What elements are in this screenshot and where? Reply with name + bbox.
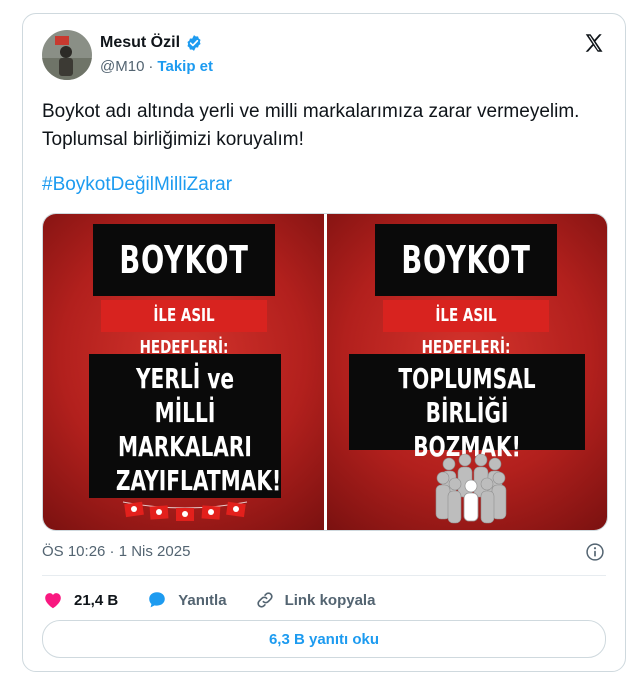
- info-icon[interactable]: [585, 542, 605, 562]
- poster-title-block: BOYKOT: [374, 224, 557, 296]
- poster-subtitle: İLE ASIL HEDEFLERİ:: [382, 300, 549, 358]
- reply-button[interactable]: Yanıtla: [146, 589, 227, 611]
- hashtag-link[interactable]: #BoykotDeğilMilliZarar: [42, 174, 232, 196]
- tweet-card: Mesut Özil @M10 · Takip et Boykot adı al…: [22, 13, 626, 672]
- author-name[interactable]: Mesut Özil: [100, 34, 180, 52]
- link-icon: [256, 592, 273, 608]
- copy-link-button[interactable]: Link kopyala: [255, 590, 376, 610]
- media-image-1[interactable]: BOYKOT İLE ASIL HEDEFLERİ: YERLİ ve MİLL…: [43, 214, 324, 530]
- read-replies-button[interactable]: 6,3 B yanıtı oku: [42, 620, 606, 658]
- reply-label: Yanıtla: [178, 591, 227, 609]
- poster-title-block: BOYKOT: [93, 224, 275, 296]
- crowd-icon: [435, 453, 506, 524]
- timestamp[interactable]: ÖS 10:26 · 1 Nis 2025: [42, 543, 190, 560]
- flag-icon: [122, 501, 248, 521]
- media-grid: BOYKOT İLE ASIL HEDEFLERİ: YERLİ ve MİLL…: [42, 213, 608, 531]
- author-handle[interactable]: @M10: [100, 58, 144, 75]
- verified-badge-icon: [187, 35, 201, 51]
- like-count: 21,4 B: [74, 591, 119, 609]
- poster-message-block: YERLİ ve MİLLİ MARKALARI ZAYIFLATMAK!: [89, 354, 281, 498]
- copy-link-label: Link kopyala: [284, 591, 376, 609]
- follow-button[interactable]: Takip et: [157, 58, 213, 75]
- divider: [42, 575, 606, 576]
- poster-message-block: TOPLUMSAL BİRLİĞİ BOZMAK!: [348, 354, 585, 463]
- x-logo-icon[interactable]: [583, 32, 605, 54]
- tweet-text: Boykot adı altında yerli ve milli markal…: [42, 101, 580, 150]
- avatar[interactable]: [42, 30, 92, 80]
- media-image-2[interactable]: BOYKOT İLE ASIL HEDEFLERİ: TOPLUMSAL BİR…: [326, 214, 607, 530]
- heart-icon: [45, 593, 61, 609]
- poster-subtitle: İLE ASIL HEDEFLERİ:: [101, 300, 267, 358]
- reply-bubble-icon: [149, 592, 165, 608]
- separator-dot: ·: [148, 58, 154, 75]
- like-button[interactable]: 21,4 B: [42, 589, 118, 611]
